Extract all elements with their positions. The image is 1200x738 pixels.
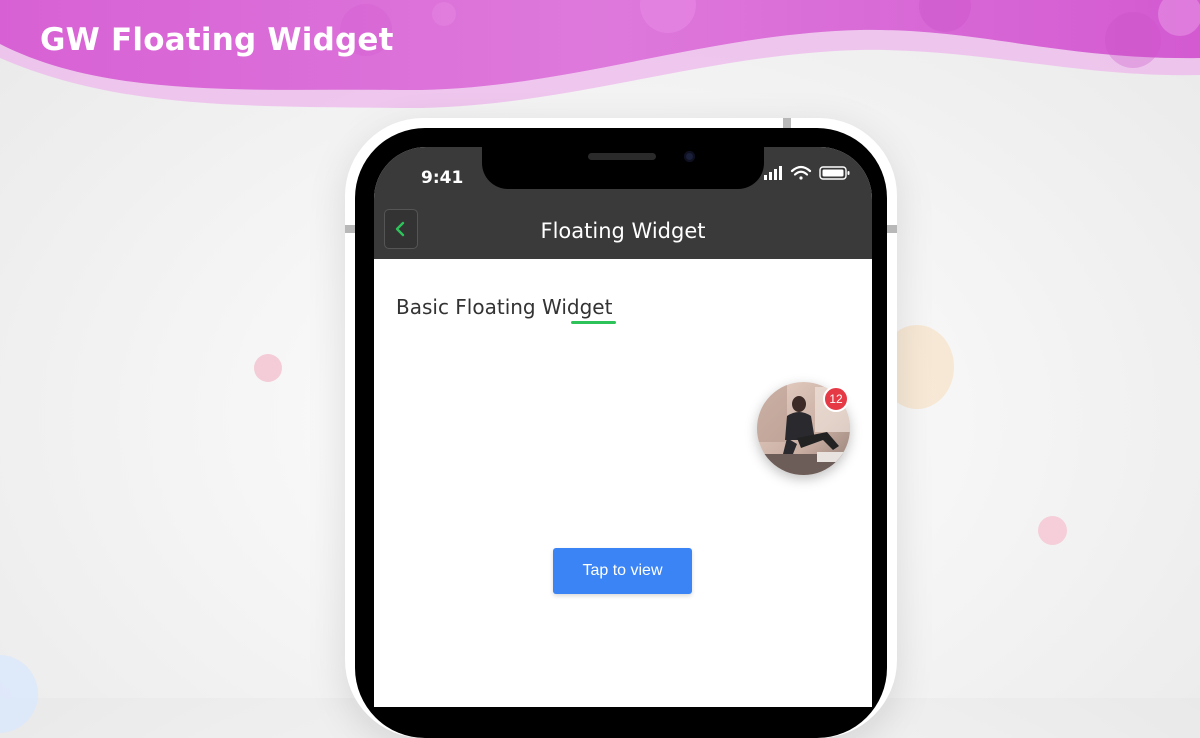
notification-badge: 12 [823, 386, 849, 412]
decor-bubble [254, 354, 282, 382]
phone-notch [482, 147, 764, 189]
speaker-grille [588, 153, 656, 160]
wifi-icon [790, 165, 812, 180]
decor-bubble [0, 655, 38, 733]
battery-icon [819, 166, 850, 180]
status-time: 9:41 [421, 168, 464, 188]
section-title-underline [571, 321, 616, 324]
cellular-signal-icon [764, 166, 782, 180]
app-bar-title: Floating Widget [540, 219, 706, 243]
decor-bubble [1038, 516, 1067, 545]
phone-side-button [887, 225, 897, 233]
status-icons [764, 165, 850, 180]
section-title: Basic Floating Widget [396, 295, 613, 319]
app-bar: Floating Widget [374, 209, 872, 259]
phone-side-button [345, 225, 355, 233]
tap-to-view-button[interactable]: Tap to view [553, 548, 692, 594]
status-bar: 9:41 [374, 147, 872, 209]
phone-screen: 9:41 Floating Widget Basic Floating Widg… [374, 147, 872, 707]
front-camera [684, 151, 695, 162]
banner-wave [0, 0, 1200, 109]
banner-title: GW Floating Widget [40, 22, 394, 58]
